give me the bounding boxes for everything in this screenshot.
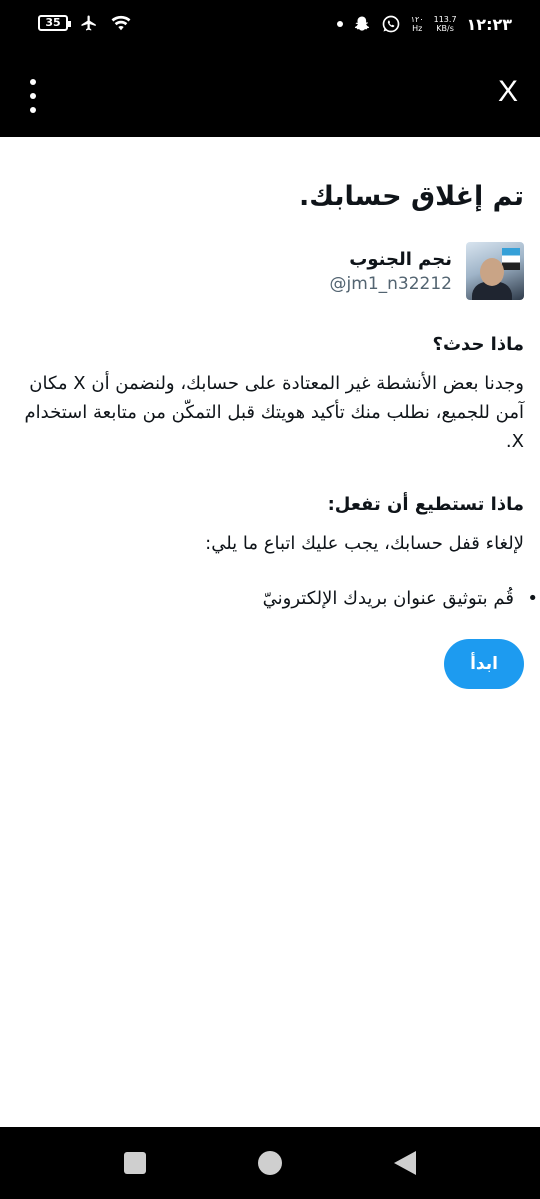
back-icon[interactable] — [394, 1151, 416, 1175]
network-speed-value: 113.7 — [433, 15, 457, 24]
network-speed-unit: KB/s — [436, 24, 454, 33]
menu-dot — [30, 79, 36, 85]
airplane-icon — [81, 15, 96, 31]
refresh-rate-value: ١٢٠ — [410, 15, 424, 24]
user-handle: @jm1_n32212 — [329, 273, 452, 294]
what-happened-text: وجدنا بعض الأنشطة غير المعتادة على حسابك… — [24, 373, 524, 452]
refresh-rate: ١٢٠ Hz — [411, 15, 424, 33]
menu-dot — [30, 107, 36, 113]
locked-account-page: تم إغلاق حسابك. نجم الجنوب @jm1_n32212 م… — [20, 137, 538, 689]
steps-list: قُم بتوثيق عنوان بريدك الإلكترونيّ — [20, 588, 538, 609]
wifi-icon — [111, 15, 131, 31]
profile-names: نجم الجنوب @jm1_n32212 — [330, 249, 452, 294]
flag-icon — [502, 248, 520, 270]
avatar-face — [480, 258, 504, 286]
snapchat-icon — [354, 16, 369, 31]
clock: ١٢:٢٣ — [466, 14, 512, 34]
what-to-do-text: لإلغاء قفل حسابك، يجب عليك اتباع ما يلي: — [205, 533, 524, 554]
list-item: قُم بتوثيق عنوان بريدك الإلكترونيّ — [20, 588, 538, 609]
battery-icon: 35 — [38, 15, 71, 31]
system-nav-bar — [0, 1127, 540, 1199]
network-speed: 113.7 KB/s — [434, 15, 457, 33]
status-right: ١٢٠ Hz 113.7 KB/s ١٢:٢٣ — [336, 14, 512, 34]
what-happened-heading: ماذا حدث؟ — [432, 334, 524, 355]
display-name: نجم الجنوب — [349, 248, 452, 270]
status-bar: 35 ١٢٠ Hz 113.7 KB/s ١٢:٢٣ — [0, 0, 540, 55]
refresh-rate-unit: Hz — [412, 24, 423, 33]
more-options-icon[interactable] — [27, 79, 39, 113]
profile-card: نجم الجنوب @jm1_n32212 — [20, 242, 524, 300]
menu-dot — [30, 93, 36, 99]
what-to-do-heading: ماذا تستطيع أن تفعل: — [327, 494, 524, 515]
close-button[interactable]: X — [498, 75, 518, 109]
whatsapp-icon — [382, 15, 400, 33]
recent-apps-icon[interactable] — [124, 1152, 146, 1174]
status-left: 35 — [38, 14, 132, 32]
app-top-bar: X — [0, 55, 540, 137]
avatar — [466, 242, 524, 300]
page-title: تم إغلاق حسابك. — [298, 181, 524, 212]
notification-dot-icon — [336, 21, 343, 27]
home-icon[interactable] — [258, 1151, 282, 1175]
start-button[interactable]: ابدأ — [444, 639, 524, 689]
